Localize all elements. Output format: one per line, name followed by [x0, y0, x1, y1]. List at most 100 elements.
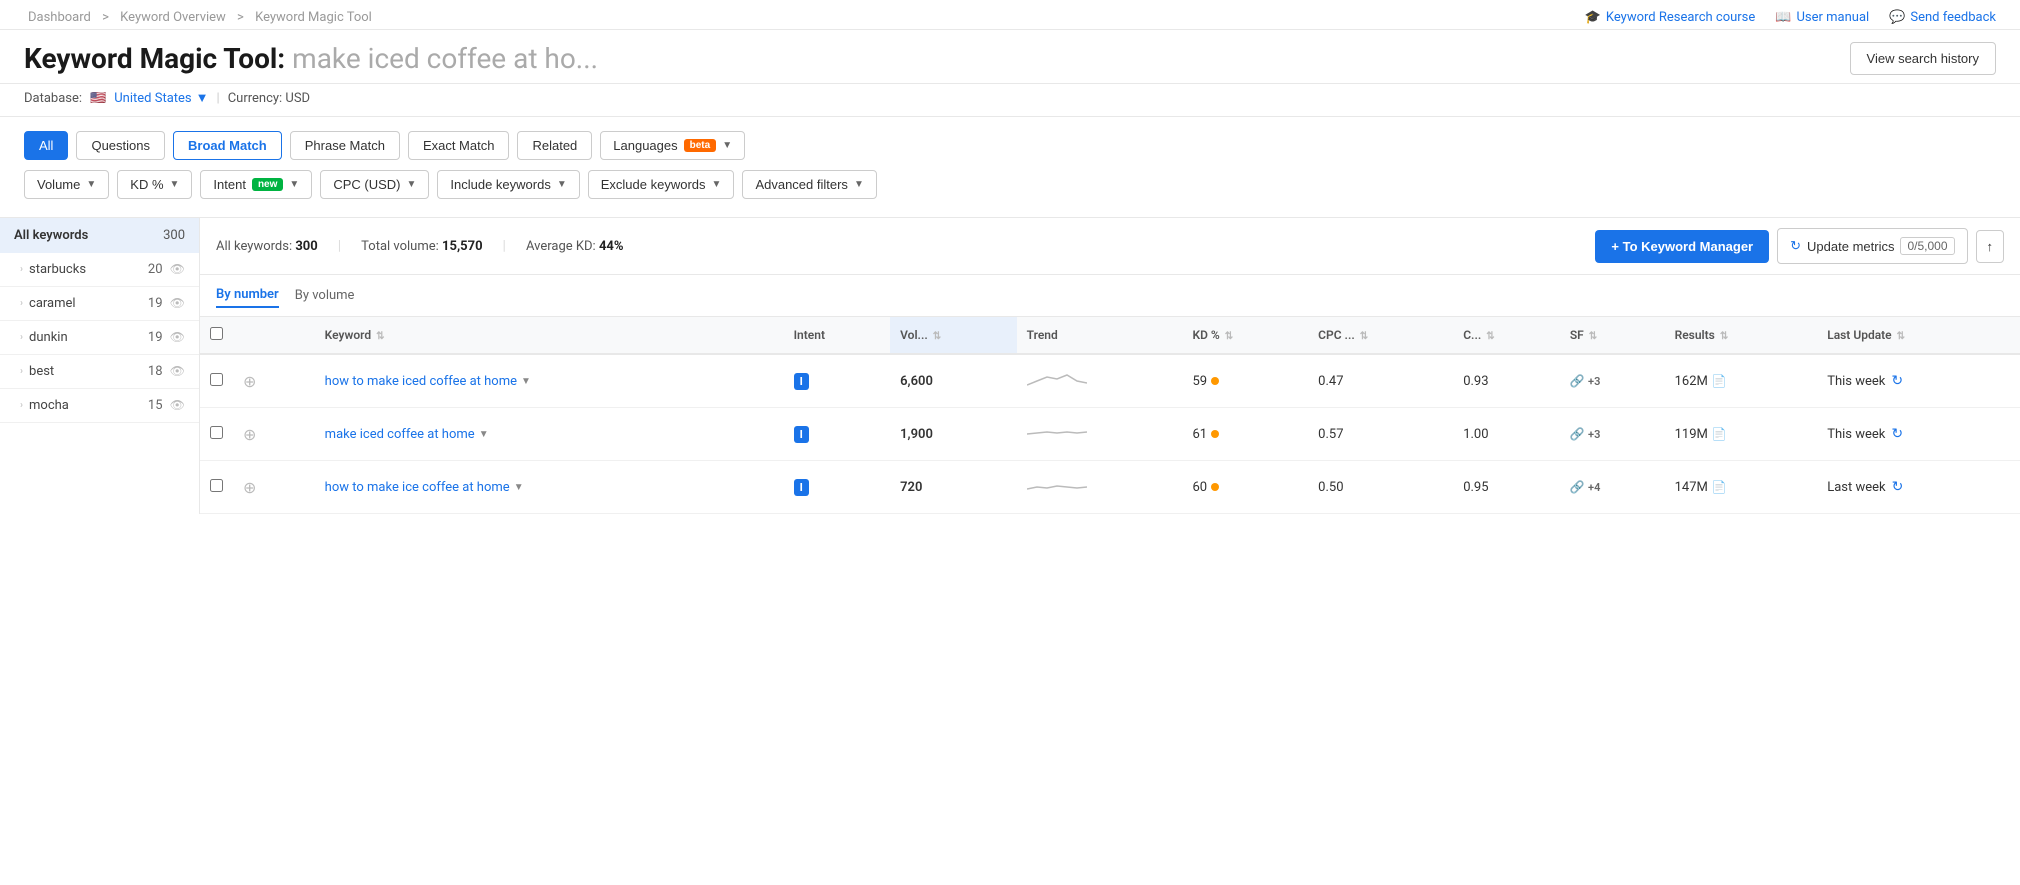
eye-icon[interactable]: 👁 [170, 296, 185, 310]
beta-badge: beta [684, 139, 717, 152]
th-keyword[interactable]: Keyword ⇅ [315, 317, 784, 354]
eye-icon[interactable]: 👁 [170, 398, 185, 412]
chevron-down-icon: ▼ [86, 179, 96, 190]
add-icon[interactable]: ⊕ [243, 425, 256, 444]
th-intent[interactable]: Intent [784, 317, 891, 354]
tab-exact-match[interactable]: Exact Match [408, 131, 510, 160]
sidebar-item-caramel[interactable]: › caramel 19 👁 [0, 287, 199, 321]
all-keywords-value: 300 [295, 239, 317, 254]
row-checkbox-cell[interactable] [200, 461, 233, 514]
th-com[interactable]: C... ⇅ [1453, 317, 1560, 354]
th-cpc[interactable]: CPC ... ⇅ [1308, 317, 1453, 354]
sidebar-header[interactable]: All keywords 300 [0, 218, 199, 253]
sidebar-item-starbucks[interactable]: › starbucks 20 👁 [0, 253, 199, 287]
row-cpc-cell: 0.57 [1308, 408, 1453, 461]
row-intent-cell: I [784, 408, 891, 461]
breadcrumb-keyword-overview[interactable]: Keyword Overview [120, 10, 226, 25]
eye-icon[interactable]: 👁 [170, 364, 185, 378]
tab-related[interactable]: Related [517, 131, 592, 160]
refresh-icon[interactable]: ↻ [1891, 426, 1903, 442]
volume-label: Volume [37, 177, 80, 192]
row-checkbox-cell[interactable] [200, 354, 233, 408]
keyword-link[interactable]: make iced coffee at home ▼ [325, 427, 774, 442]
row-checkbox[interactable] [210, 373, 223, 386]
book-icon: 📖 [1775, 10, 1791, 25]
th-checkbox[interactable] [200, 317, 233, 354]
export-button[interactable]: ↑ [1976, 230, 2005, 263]
row-add-cell[interactable]: ⊕ [233, 461, 315, 514]
row-checkbox[interactable] [210, 479, 223, 492]
sidebar-item-best[interactable]: › best 18 👁 [0, 355, 199, 389]
view-history-button[interactable]: View search history [1850, 42, 1996, 75]
row-sf-cell: 🔗 +3 [1560, 408, 1665, 461]
chevron-down-icon: ▼ [854, 179, 864, 190]
breadcrumb-dashboard[interactable]: Dashboard [28, 10, 91, 25]
row-trend-cell [1017, 408, 1183, 461]
intent-filter[interactable]: Intent new ▼ [200, 170, 312, 199]
th-sf[interactable]: SF ⇅ [1560, 317, 1665, 354]
refresh-icon[interactable]: ↻ [1891, 373, 1903, 389]
th-last-update[interactable]: Last Update ⇅ [1817, 317, 2020, 354]
content-area: All keywords 300 › starbucks 20 👁 › cara… [0, 218, 2020, 514]
th-volume[interactable]: Vol... ⇅ [890, 317, 1017, 354]
th-results[interactable]: Results ⇅ [1665, 317, 1818, 354]
advanced-filters[interactable]: Advanced filters ▼ [742, 170, 876, 199]
row-keyword-cell: make iced coffee at home ▼ [315, 408, 784, 461]
row-add-cell[interactable]: ⊕ [233, 354, 315, 408]
row-com-cell: 0.93 [1453, 354, 1560, 408]
languages-label: Languages [613, 138, 677, 153]
row-volume-cell: 720 [890, 461, 1017, 514]
eye-icon[interactable]: 👁 [170, 330, 185, 344]
top-links: 🎓 Keyword Research course 📖 User manual … [1585, 10, 1996, 25]
keyword-manager-button[interactable]: + To Keyword Manager [1595, 230, 1769, 263]
user-manual-link[interactable]: 📖 User manual [1775, 10, 1869, 25]
sidebar: All keywords 300 › starbucks 20 👁 › cara… [0, 218, 200, 514]
cpc-filter[interactable]: CPC (USD) ▼ [320, 170, 429, 199]
row-checkbox-cell[interactable] [200, 408, 233, 461]
sidebar-item-count: 19 [148, 330, 163, 345]
send-feedback-link[interactable]: 💬 Send feedback [1889, 10, 1996, 25]
kd-dot [1211, 430, 1219, 438]
eye-icon[interactable]: 👁 [170, 262, 185, 276]
table-row: ⊕ how to make iced coffee at home ▼ I 6,… [200, 354, 2020, 408]
th-trend[interactable]: Trend [1017, 317, 1183, 354]
main-table-area: All keywords: 300 | Total volume: 15,570… [200, 218, 2020, 514]
table-row: ⊕ make iced coffee at home ▼ I 1,900 [200, 408, 2020, 461]
refresh-icon[interactable]: ↻ [1892, 479, 1904, 495]
volume-filter[interactable]: Volume ▼ [24, 170, 109, 199]
database-row: Database: 🇺🇸 United States ▼ | Currency:… [0, 84, 2020, 117]
row-checkbox[interactable] [210, 426, 223, 439]
include-keywords-filter[interactable]: Include keywords ▼ [437, 170, 579, 199]
row-add-cell[interactable]: ⊕ [233, 408, 315, 461]
currency-label: Currency: USD [228, 91, 310, 106]
sidebar-item-mocha[interactable]: › mocha 15 👁 [0, 389, 199, 423]
kd-filter[interactable]: KD % ▼ [117, 170, 192, 199]
all-keywords-label: All keywords: [216, 239, 292, 254]
add-icon[interactable]: ⊕ [243, 372, 256, 391]
add-icon[interactable]: ⊕ [243, 478, 256, 497]
th-kd[interactable]: KD % ⇅ [1182, 317, 1308, 354]
graduation-icon: 🎓 [1585, 10, 1601, 25]
keyword-link[interactable]: how to make ice coffee at home ▼ [325, 480, 774, 495]
top-bar: Dashboard > Keyword Overview > Keyword M… [0, 0, 2020, 30]
chevron-down-icon: ▼ [289, 179, 299, 190]
separator: | [217, 91, 220, 106]
languages-button[interactable]: Languages beta ▼ [600, 131, 745, 160]
chevron-right-icon: › [20, 332, 23, 343]
country-selector[interactable]: United States ▼ [114, 90, 208, 106]
sort-tab-by-volume[interactable]: By volume [295, 284, 355, 307]
update-metrics-button[interactable]: ↻ Update metrics 0/5,000 [1777, 228, 1967, 264]
keyword-research-course-link[interactable]: 🎓 Keyword Research course [1585, 10, 1756, 25]
tab-all[interactable]: All [24, 131, 68, 160]
sidebar-item-dunkin[interactable]: › dunkin 19 👁 [0, 321, 199, 355]
tab-broad-match[interactable]: Broad Match [173, 131, 282, 160]
keyword-link[interactable]: how to make iced coffee at home ▼ [325, 374, 774, 389]
exclude-keywords-filter[interactable]: Exclude keywords ▼ [588, 170, 735, 199]
tab-questions[interactable]: Questions [76, 131, 165, 160]
row-cpc-cell: 0.47 [1308, 354, 1453, 408]
kd-label: KD % [130, 177, 163, 192]
select-all-checkbox[interactable] [210, 327, 223, 340]
row-sf-cell: 🔗 +3 [1560, 354, 1665, 408]
sort-tab-by-number[interactable]: By number [216, 283, 279, 308]
tab-phrase-match[interactable]: Phrase Match [290, 131, 400, 160]
